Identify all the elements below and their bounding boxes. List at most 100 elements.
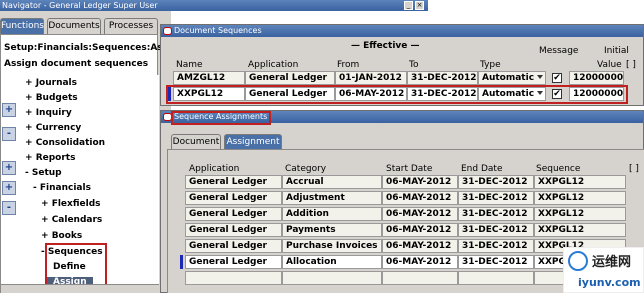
col-more[interactable]: [ ] xyxy=(626,60,636,70)
seq-application-cell[interactable]: General Ledger xyxy=(245,87,335,101)
document-sequences-window: Document Sequences — Effective — Message… xyxy=(160,24,644,106)
assign-category-cell[interactable]: Accrual xyxy=(282,175,382,189)
tree-item-define[interactable]: Define xyxy=(53,262,86,272)
assign-end-cell[interactable]: 31-DEC-2012 xyxy=(458,239,534,253)
tab-functions[interactable]: Functions xyxy=(0,18,44,34)
assign-start-cell[interactable] xyxy=(382,271,458,285)
dropdown-arrow-icon xyxy=(537,91,543,95)
function-tree: + Journals + Budgets + Inquiry + Currenc… xyxy=(17,75,159,293)
assign-sequence-cell[interactable]: XXPGL12 xyxy=(534,191,626,205)
tree-item[interactable]: - Setup xyxy=(25,168,62,178)
assign-application-cell[interactable]: General Ledger xyxy=(185,255,282,269)
assign-application-cell[interactable]: General Ledger xyxy=(185,207,282,221)
assign-application-cell[interactable]: General Ledger xyxy=(185,175,282,189)
assign-category-cell[interactable]: Adjustment xyxy=(282,191,382,205)
assign-application-cell[interactable]: General Ledger xyxy=(185,223,282,237)
collapse-button[interactable]: - xyxy=(2,127,16,141)
assign-sequence-cell[interactable]: XXPGL12 xyxy=(534,207,626,221)
document-sequences-title-bar: Document Sequences xyxy=(161,25,643,37)
col-to: To xyxy=(409,60,419,70)
col-start-date: Start Date xyxy=(386,164,433,174)
tree-item[interactable]: + Reports xyxy=(25,153,75,163)
navigator-tabs: Functions Documents Processes xyxy=(0,18,160,34)
tab-documents[interactable]: Documents xyxy=(47,18,101,34)
sequence-assignments-title: Sequence Assignments xyxy=(174,112,268,121)
seq-type-select[interactable]: Automatic xyxy=(478,71,546,85)
seq-application-cell[interactable]: General Ledger xyxy=(245,71,335,85)
watermark-url: iyunv.com xyxy=(578,276,641,289)
seq-initial-cell[interactable]: 1200000001 xyxy=(569,71,624,85)
navigator-path: Setup:Financials:Sequences:Assign xyxy=(4,43,184,53)
assign-sequence-cell[interactable]: XXPGL12 xyxy=(534,175,626,189)
assign-application-cell[interactable]: General Ledger xyxy=(185,191,282,205)
tree-item[interactable]: + Consolidation xyxy=(25,138,105,148)
tree-item[interactable]: + Inquiry xyxy=(25,108,72,118)
seq-from-cell[interactable]: 06-MAY-2012 xyxy=(335,87,407,101)
col-message: Message xyxy=(539,46,579,56)
horizontal-scrollbar[interactable] xyxy=(1,284,159,293)
assign-sequence-cell[interactable]: XXPGL12 xyxy=(534,223,626,237)
seq-name-cell[interactable]: AMZGL12 xyxy=(173,71,245,85)
assign-end-cell[interactable] xyxy=(458,271,534,285)
assign-application-cell[interactable] xyxy=(185,271,282,285)
col-value: Value xyxy=(597,60,622,70)
effective-label: — Effective — xyxy=(351,41,420,51)
tab-processes[interactable]: Processes xyxy=(104,18,158,34)
tree-item[interactable]: - Financials xyxy=(33,183,91,193)
assign-start-cell[interactable]: 06-MAY-2012 xyxy=(382,175,458,189)
assign-category-cell[interactable]: Allocation xyxy=(282,255,382,269)
navigator-title: Navigator - General Ledger Super User xyxy=(2,1,158,10)
tab-assignment[interactable]: Assignment xyxy=(224,134,282,149)
seq-type-select[interactable]: Automatic xyxy=(478,87,546,101)
assign-end-cell[interactable]: 31-DEC-2012 xyxy=(458,207,534,221)
collapse-all-button[interactable]: - xyxy=(2,201,16,215)
message-checkbox[interactable]: ✔ xyxy=(552,73,562,83)
col-end-date: End Date xyxy=(461,164,503,174)
col-initial: Initial xyxy=(604,46,629,56)
assign-category-cell[interactable] xyxy=(282,271,382,285)
tree-item[interactable]: + Currency xyxy=(25,123,81,133)
current-record-indicator xyxy=(168,87,171,101)
assign-category-cell[interactable]: Addition xyxy=(282,207,382,221)
seq-to-cell[interactable]: 31-DEC-2012 xyxy=(407,87,478,101)
tree-item-sequences[interactable]: - Sequences xyxy=(41,247,103,257)
tree-item[interactable]: + Journals xyxy=(25,78,77,88)
minimize-icon[interactable]: _ xyxy=(404,1,413,10)
assign-end-cell[interactable]: 31-DEC-2012 xyxy=(458,191,534,205)
tab-document[interactable]: Document xyxy=(171,134,221,149)
assign-start-cell[interactable]: 06-MAY-2012 xyxy=(382,255,458,269)
seq-initial-cell[interactable]: 1200000001 xyxy=(569,87,624,101)
assign-application-cell[interactable]: General Ledger xyxy=(185,239,282,253)
col-from: From xyxy=(337,60,360,70)
navigator-panel: Setup:Financials:Sequences:Assign Assign… xyxy=(0,34,184,293)
watermark-text: 运维网 xyxy=(592,255,632,270)
expand-button[interactable]: + xyxy=(2,103,16,117)
seq-from-cell[interactable]: 01-JAN-2012 xyxy=(335,71,407,85)
assign-end-cell[interactable]: 31-DEC-2012 xyxy=(458,255,534,269)
assign-start-cell[interactable]: 06-MAY-2012 xyxy=(382,207,458,221)
expand-all-button[interactable]: + xyxy=(2,181,16,195)
assign-category-cell[interactable]: Payments xyxy=(282,223,382,237)
navigator-description: Assign document sequences xyxy=(4,59,149,69)
assign-start-cell[interactable]: 06-MAY-2012 xyxy=(382,223,458,237)
tree-item[interactable]: + Calendars xyxy=(41,215,102,225)
col-type: Type xyxy=(480,60,501,70)
assign-start-cell[interactable]: 06-MAY-2012 xyxy=(382,239,458,253)
message-checkbox[interactable]: ✔ xyxy=(552,89,562,99)
oracle-form-icon xyxy=(163,27,172,35)
assign-category-cell[interactable]: Purchase Invoices xyxy=(282,239,382,253)
col-sequence: Sequence xyxy=(536,164,581,174)
close-icon[interactable]: × xyxy=(415,1,424,10)
tree-item[interactable]: + Budgets xyxy=(25,93,78,103)
assign-end-cell[interactable]: 31-DEC-2012 xyxy=(458,175,534,189)
assign-end-cell[interactable]: 31-DEC-2012 xyxy=(458,223,534,237)
seq-to-cell[interactable]: 31-DEC-2012 xyxy=(407,71,478,85)
expand-branch-button[interactable]: + xyxy=(2,161,16,175)
assign-start-cell[interactable]: 06-MAY-2012 xyxy=(382,191,458,205)
col-more[interactable]: [ ] xyxy=(629,164,639,174)
seq-name-cell[interactable]: XXPGL12 xyxy=(173,87,245,101)
tree-item[interactable]: + Books xyxy=(41,231,82,241)
navigator-title-bar: Navigator - General Ledger Super User _ … xyxy=(0,0,428,11)
tree-item[interactable]: + Flexfields xyxy=(41,199,101,209)
navigator-window: Navigator - General Ledger Super User _ … xyxy=(0,0,428,293)
